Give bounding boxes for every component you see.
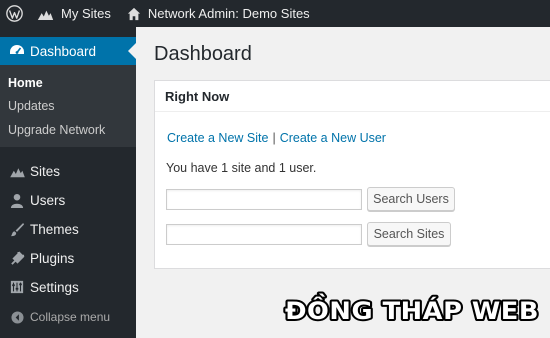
create-site-link[interactable]: Create a New Site	[167, 131, 268, 145]
submenu-item-home[interactable]: Home	[8, 76, 43, 90]
sidebar-item-themes[interactable]: Themes	[0, 215, 136, 243]
settings-icon	[7, 280, 27, 294]
quick-links: Create a New Site | Create a New User	[167, 131, 386, 145]
sidebar-item-themes-label: Themes	[30, 221, 79, 237]
network-admin-label: Network Admin: Demo Sites	[147, 6, 310, 21]
watermark-logo: ĐỒNG THÁP WEB	[283, 290, 541, 327]
wordpress-icon	[6, 5, 23, 22]
network-admin-menu[interactable]: Network Admin: Demo Sites	[119, 0, 318, 27]
sidebar-item-settings-label: Settings	[30, 279, 79, 295]
collapse-menu-label: Collapse menu	[30, 310, 111, 324]
sidebar-item-users-label: Users	[30, 192, 66, 208]
dashboard-submenu: Home Updates Upgrade Network	[0, 65, 136, 147]
svg-text:ĐỒNG THÁP WEB: ĐỒNG THÁP WEB	[285, 292, 539, 325]
sites-icon	[7, 165, 27, 178]
search-users-button[interactable]: Search Users	[367, 187, 455, 211]
search-sites-button[interactable]: Search Sites	[367, 222, 451, 246]
collapse-menu-button[interactable]: Collapse menu	[0, 303, 136, 331]
admin-sidebar: Dashboard Home Updates Upgrade Network S…	[0, 27, 136, 338]
collapse-icon	[7, 310, 27, 324]
themes-icon	[7, 222, 27, 237]
submenu-item-upgrade-network[interactable]: Upgrade Network	[8, 123, 105, 137]
dashboard-icon	[7, 43, 27, 59]
search-sites-input[interactable]	[166, 224, 362, 245]
wordpress-logo-button[interactable]	[0, 0, 29, 27]
home-icon	[127, 7, 140, 20]
sidebar-item-plugins-label: Plugins	[30, 250, 75, 266]
page-title: Dashboard	[154, 43, 252, 65]
right-now-widget: Right Now Create a New Site | Create a New…	[154, 80, 550, 269]
sites-icon	[37, 10, 54, 20]
sidebar-item-sites-label: Sites	[30, 163, 61, 179]
my-sites-label: My Sites	[61, 6, 111, 21]
sidebar-item-dashboard-label: Dashboard	[30, 43, 97, 59]
create-user-link[interactable]: Create a New User	[280, 131, 386, 145]
admin-bar: My Sites Network Admin: Demo Sites	[0, 0, 550, 27]
sidebar-item-sites[interactable]: Sites	[0, 157, 136, 185]
sidebar-item-plugins[interactable]: Plugins	[0, 244, 136, 272]
site-user-count: You have 1 site and 1 user.	[166, 161, 317, 175]
widget-title: Right Now	[155, 81, 550, 112]
sidebar-item-settings[interactable]: Settings	[0, 273, 136, 301]
plugins-icon	[7, 251, 27, 266]
my-sites-menu[interactable]: My Sites	[29, 0, 119, 27]
search-users-input[interactable]	[166, 189, 362, 210]
users-icon	[7, 193, 27, 208]
sidebar-item-dashboard[interactable]: Dashboard	[0, 37, 136, 65]
link-separator: |	[272, 131, 276, 145]
submenu-item-updates[interactable]: Updates	[8, 99, 55, 113]
sidebar-item-users[interactable]: Users	[0, 186, 136, 214]
